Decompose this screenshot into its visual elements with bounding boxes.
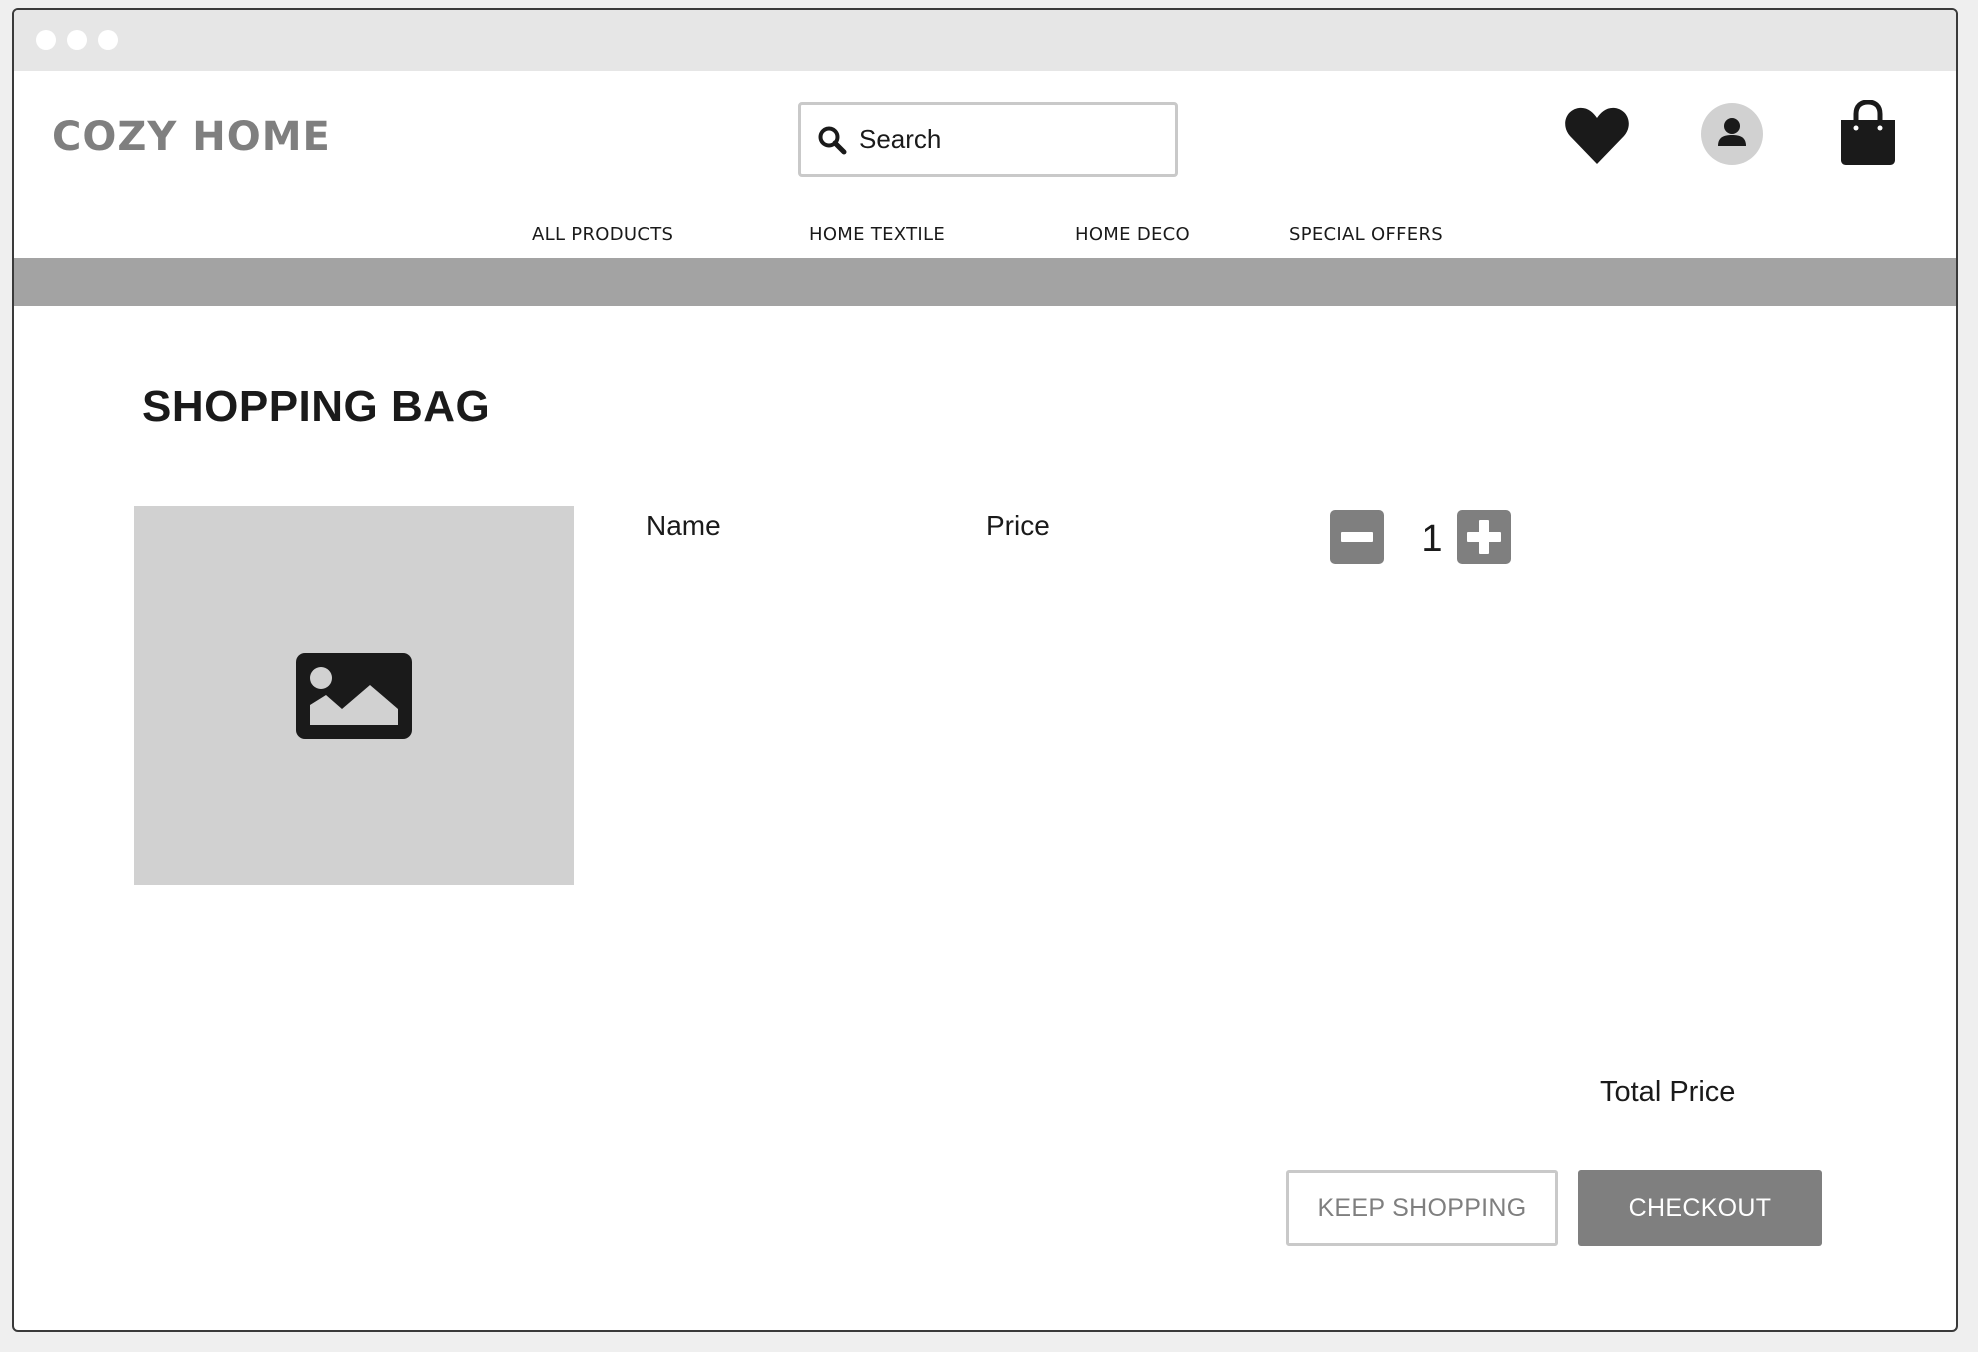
user-icon[interactable] bbox=[1700, 102, 1764, 166]
page-title: SHOPPING BAG bbox=[142, 382, 491, 431]
image-icon bbox=[296, 652, 412, 739]
nav-all-products[interactable]: ALL PRODUCTS bbox=[532, 224, 673, 245]
window-dot-close[interactable] bbox=[36, 30, 56, 50]
quantity-increase-button[interactable] bbox=[1457, 510, 1511, 564]
search-box[interactable] bbox=[798, 102, 1178, 177]
nav-home-deco[interactable]: HOME DECO bbox=[1075, 224, 1190, 245]
window-titlebar bbox=[14, 10, 1956, 71]
header-band bbox=[14, 258, 1956, 306]
total-price-label: Total Price bbox=[1600, 1076, 1736, 1108]
nav-home-textile[interactable]: HOME TEXTILE bbox=[809, 224, 945, 245]
search-input[interactable] bbox=[859, 124, 1139, 155]
checkout-button[interactable]: CHECKOUT bbox=[1578, 1170, 1822, 1246]
nav-special-offers[interactable]: SPECIAL OFFERS bbox=[1289, 224, 1443, 245]
window-dot-minimize[interactable] bbox=[67, 30, 87, 50]
heart-icon[interactable] bbox=[1564, 104, 1630, 166]
window-dot-maximize[interactable] bbox=[98, 30, 118, 50]
browser-window: COZY HOME ALL PRODUCTS HOME TEXTILE HOME… bbox=[12, 8, 1958, 1332]
keep-shopping-button[interactable]: KEEP SHOPPING bbox=[1286, 1170, 1558, 1246]
quantity-decrease-button[interactable] bbox=[1330, 510, 1384, 564]
quantity-value: 1 bbox=[1421, 518, 1443, 560]
site-logo[interactable]: COZY HOME bbox=[52, 114, 331, 160]
plus-icon bbox=[1467, 520, 1501, 554]
product-name-label: Name bbox=[646, 510, 721, 541]
product-image[interactable] bbox=[134, 506, 574, 885]
product-price-label: Price bbox=[986, 510, 1050, 541]
search-icon[interactable] bbox=[817, 125, 847, 155]
shopping-bag-icon[interactable] bbox=[1839, 100, 1897, 166]
minus-icon bbox=[1341, 532, 1373, 542]
